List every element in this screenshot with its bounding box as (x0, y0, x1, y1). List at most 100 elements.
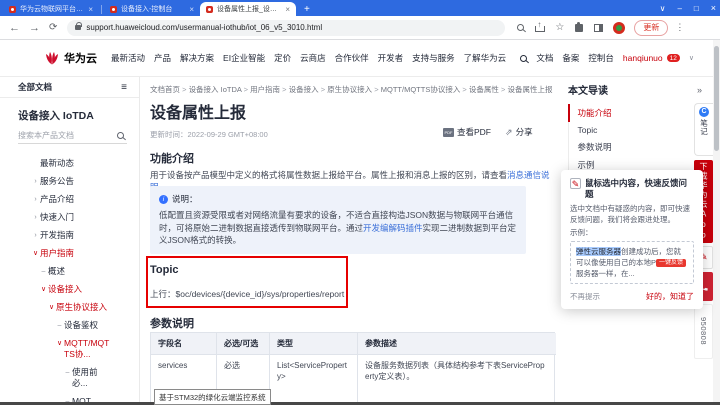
browser-tabbar: 华为云物联网平台_华为云IoT平 × 设备接入-控制台 × 设备属性上报_设备接… (0, 0, 720, 16)
sidebar-item-dev-guide[interactable]: › 开发指南 (0, 226, 139, 244)
sidebar-item-device-access[interactable]: ∨ 设备接入 (0, 280, 139, 298)
topic-value: $oc/devices/{device_id}/sys/properties/r… (175, 289, 345, 299)
nav-item[interactable]: 云商店 (300, 52, 326, 64)
tab-title: 设备接入-控制台 (121, 6, 173, 13)
minimize-icon[interactable]: – (677, 4, 681, 13)
nav-item[interactable]: 最新活动 (111, 52, 145, 64)
nav-item[interactable]: 产品 (154, 52, 171, 64)
hotline-number: 950808 (694, 304, 713, 359)
side-panel-icon[interactable] (594, 23, 604, 32)
close-icon[interactable]: × (711, 3, 716, 13)
note-box: i 说明： 低配置且资源受限或者对网络流量有要求的设备，不适合直接构造JSON数… (150, 186, 526, 254)
toc-title: 本文导读 (568, 86, 608, 97)
sidebar-item-overview[interactable]: – 概述 (0, 262, 139, 280)
profile-avatar[interactable] (613, 21, 626, 34)
breadcrumb: 文档首页设备接入 IoTDA用户指南设备接入原生协议接入MQTT/MQTTS协议… (150, 84, 560, 95)
share-button[interactable]: ⇗ 分享 (505, 126, 533, 138)
table-header: 参数描述 (358, 333, 556, 355)
header-link-docs[interactable]: 文档 (536, 52, 553, 64)
sidebar-item-device-auth[interactable]: – 设备鉴权 (0, 316, 139, 334)
chevron-down-icon: ∨ (32, 249, 39, 257)
header-link-console[interactable]: 控制台 (588, 52, 614, 64)
breadcrumb-item[interactable]: 设备接入 (280, 85, 319, 94)
search-icon[interactable] (117, 132, 124, 139)
nav-item[interactable]: 开发者 (378, 52, 404, 64)
sidebar-item-quickstart[interactable]: › 快速入门 (0, 208, 139, 226)
menu-dots-icon[interactable]: ⋮ (675, 22, 684, 33)
favicon-icon (206, 5, 213, 13)
zoom-icon[interactable] (517, 24, 525, 31)
favicon-icon (9, 5, 16, 13)
nav-item[interactable]: 解决方案 (180, 52, 214, 64)
sidebar-item-native-protocol[interactable]: ∨ 原生协议接入 (0, 298, 139, 316)
forward-icon[interactable]: → (29, 22, 40, 34)
page-scrollbar[interactable] (713, 40, 720, 403)
note-header: i 说明： (159, 193, 517, 205)
header-link-beian[interactable]: 备案 (562, 52, 579, 64)
search-input[interactable] (18, 131, 103, 140)
all-docs-row[interactable]: 全部文档 ≡ (0, 77, 139, 98)
nav-item[interactable]: 合作伙伴 (335, 52, 369, 64)
username[interactable]: hanqiunuo (623, 53, 663, 63)
toc-item-intro[interactable]: 功能介绍 (567, 104, 711, 122)
breadcrumb-item[interactable]: 设备接入 IoTDA (180, 85, 242, 94)
updated-time: 更新时间：2022-09-29 GMT+08:00 (150, 130, 268, 139)
view-pdf-button[interactable]: PDF 查看PDF (443, 126, 491, 138)
sidebar-item-announcements[interactable]: › 服务公告 (0, 172, 139, 190)
restore-icon[interactable]: □ (694, 4, 699, 13)
share-icon: ⇗ (505, 126, 513, 137)
hamburger-icon[interactable]: ≡ (121, 82, 127, 93)
nav-item[interactable]: 支持与服务 (412, 52, 455, 64)
nav-item[interactable]: EI企业智能 (223, 52, 265, 64)
sidebar-search[interactable] (18, 131, 127, 144)
scrollbar-thumb[interactable] (714, 46, 719, 151)
search-icon[interactable] (520, 54, 528, 62)
bookmark-star-icon[interactable]: ☆ (555, 22, 564, 33)
browser-tab-2[interactable]: 设备接入-控制台 × (104, 2, 200, 16)
back-icon[interactable]: ← (9, 22, 20, 34)
sidebar-item-user-guide[interactable]: ∨ 用户指南 (0, 244, 139, 262)
toc-item-topic[interactable]: Topic (568, 122, 711, 138)
table-cell: 设备服务数据列表（具体结构参考下表ServiceProperty定义表）。 (358, 355, 556, 405)
dismiss-button[interactable]: 不再提示 (570, 291, 600, 302)
collapse-icon[interactable]: » (697, 85, 702, 95)
note-extension-icon: C (699, 107, 709, 117)
tab-close-icon[interactable]: × (285, 5, 290, 14)
extensions-icon[interactable] (575, 21, 584, 32)
address-bar[interactable]: support.huaweicloud.com/usermanual-iothu… (67, 19, 506, 36)
huaweicloud-logo[interactable]: 华为云 (44, 50, 97, 66)
browser-tab-active[interactable]: 设备属性上报_设备接入 IoTDA × (200, 2, 296, 16)
sidebar-item-before-use[interactable]: – 使用前必... (0, 363, 139, 392)
note-extension-tab[interactable]: C 笔记 (694, 103, 713, 156)
chevron-right-icon: › (34, 177, 37, 185)
tab-search-icon[interactable]: ∨ (660, 4, 666, 13)
chevron-down-icon[interactable]: ∨ (689, 54, 694, 62)
ok-button[interactable]: 好的，知道了 (646, 291, 694, 302)
huawei-flower-icon (46, 52, 58, 65)
reload-icon[interactable]: ⟳ (49, 22, 57, 33)
toc-list: 功能介绍 Topic 参数说明 示例 (567, 104, 711, 174)
codec-plugin-link[interactable]: 开发编解码插件 (363, 223, 423, 233)
sidebar-item-mqtt[interactable]: ∨ MQTT/MQTTS协... (0, 334, 139, 363)
toc-item-params[interactable]: 参数说明 (568, 138, 711, 156)
breadcrumb-item[interactable]: 设备属性 (460, 85, 499, 94)
browser-tab-1[interactable]: 华为云物联网平台_华为云IoT平 × (3, 2, 99, 16)
breadcrumb-item[interactable]: 文档首页 (150, 85, 180, 94)
breadcrumb-item[interactable]: 原生协议接入 (319, 85, 373, 94)
window-controls: ∨ – □ × (660, 0, 716, 16)
breadcrumb-item[interactable]: 用户指南 (242, 85, 281, 94)
tab-close-icon[interactable]: × (88, 5, 93, 14)
new-tab-button[interactable]: + (304, 4, 310, 15)
sidebar-item-product-intro[interactable]: › 产品介绍 (0, 190, 139, 208)
breadcrumb-item[interactable]: MQTT/MQTTS协议接入 (372, 85, 460, 94)
share-icon[interactable] (535, 20, 546, 32)
table-header: 字段名 (151, 333, 217, 355)
nav-item[interactable]: 定价 (274, 52, 291, 64)
popup-title: 鼠标选中内容，快速反馈问题 (585, 178, 688, 199)
nav-item[interactable]: 了解华为云 (464, 52, 507, 64)
tab-close-icon[interactable]: × (189, 5, 194, 14)
sidebar-item-latest[interactable]: 最新动态 (0, 154, 139, 172)
popup-body: 选中文档中有疑惑的内容，即可快速反馈问题，我们将会跟进处理。 (570, 204, 690, 224)
update-button[interactable]: 更新 (634, 19, 669, 36)
note-text: 低配置且资源受限或者对网络流量有要求的设备，不适合直接构造JSON数据与物联网平… (159, 210, 517, 245)
